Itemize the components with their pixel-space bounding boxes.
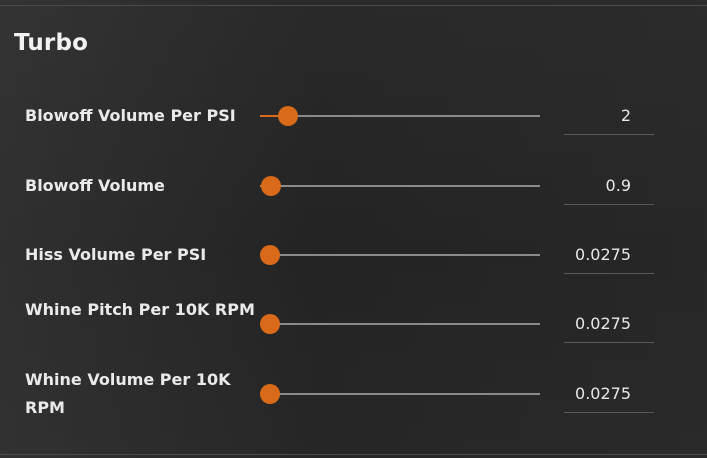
slider-thumb[interactable]	[259, 384, 280, 404]
slider-track	[260, 254, 540, 256]
blowoff-volume-slider[interactable]	[260, 176, 540, 196]
setting-label: Whine Pitch Per 10K RPM	[25, 300, 255, 319]
setting-row-whine-pitch-per-10k-rpm: Whine Pitch Per 10K RPM 0.0275	[0, 296, 707, 352]
setting-value: 2	[620, 106, 631, 125]
section-title: Turbo	[14, 30, 89, 56]
setting-row-blowoff-volume: Blowoff Volume 0.9	[0, 158, 707, 214]
top-divider	[0, 5, 707, 6]
setting-row-hiss-volume-per-psi: Hiss Volume Per PSI 0.0275	[0, 227, 707, 283]
setting-value: 0.0275	[575, 314, 631, 333]
slider-thumb[interactable]	[259, 245, 280, 265]
blowoff-volume-per-psi-slider[interactable]	[260, 106, 540, 126]
whine-volume-per-10k-rpm-value-field[interactable]: 0.0275	[564, 378, 654, 413]
setting-label: Hiss Volume Per PSI	[25, 245, 207, 264]
setting-label: Blowoff Volume Per PSI	[25, 106, 236, 125]
slider-thumb[interactable]	[259, 314, 280, 334]
setting-row-whine-volume-per-10k-rpm: Whine Volume Per 10K RPM 0.0275	[0, 366, 707, 422]
hiss-volume-per-psi-slider[interactable]	[259, 245, 540, 265]
setting-value: 0.0275	[575, 245, 631, 264]
blowoff-volume-per-psi-value-field[interactable]: 2	[564, 100, 654, 135]
slider-track	[260, 115, 540, 117]
setting-value: 0.9	[605, 176, 631, 195]
setting-value: 0.0275	[575, 384, 631, 403]
setting-label: Whine Volume Per 10K RPM	[25, 370, 231, 417]
setting-row-blowoff-volume-per-psi: Blowoff Volume Per PSI 2	[0, 88, 707, 144]
slider-track	[260, 185, 540, 187]
turbo-settings-panel: Turbo Blowoff Volume Per PSI 2 Blowoff V…	[0, 0, 707, 458]
whine-pitch-per-10k-rpm-slider[interactable]	[259, 314, 540, 334]
slider-thumb[interactable]	[261, 176, 282, 196]
hiss-volume-per-psi-value-field[interactable]: 0.0275	[564, 239, 654, 274]
setting-label: Blowoff Volume	[25, 176, 165, 195]
slider-track	[260, 323, 540, 325]
blowoff-volume-value-field[interactable]: 0.9	[564, 170, 654, 205]
bottom-divider	[0, 454, 707, 455]
whine-volume-per-10k-rpm-slider[interactable]	[259, 384, 540, 404]
whine-pitch-per-10k-rpm-value-field[interactable]: 0.0275	[564, 308, 654, 343]
slider-track	[260, 393, 540, 395]
slider-thumb[interactable]	[278, 106, 298, 126]
